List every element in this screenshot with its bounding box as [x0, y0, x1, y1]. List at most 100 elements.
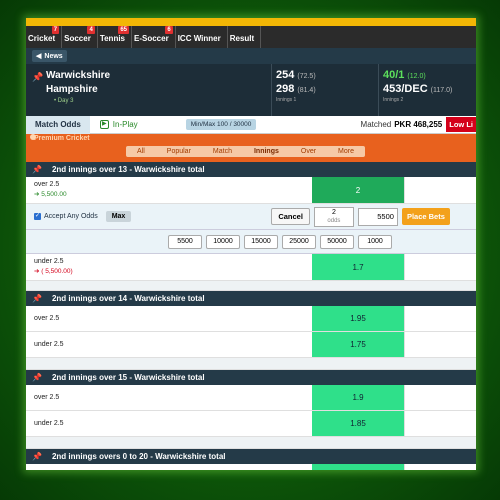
market-row-over	[26, 464, 476, 470]
accept-any-odds[interactable]: ✓ Accept Any Odds	[34, 213, 98, 220]
market-row-over: over 2.5 1.9	[26, 385, 476, 411]
innings-1-scores: 254 (72.5) 298 (81.4) Innings 1	[271, 64, 378, 116]
pin-icon[interactable]: 📌	[32, 452, 42, 461]
odds-cell[interactable]: 1.85	[312, 411, 404, 436]
filter-tab-more[interactable]: More	[327, 146, 365, 157]
market-title: 2nd innings over 15 - Warwickshire total	[51, 373, 205, 382]
count-badge: 6	[165, 26, 173, 34]
premium-cricket-label: Premium Cricket	[34, 135, 90, 142]
market-title: 2nd innings over 13 - Warwickshire total	[51, 165, 205, 174]
odds-cell[interactable]	[312, 464, 404, 470]
filter-tab-popular[interactable]: Popular	[156, 146, 202, 157]
odds-cell-empty	[404, 254, 476, 280]
team-name-1: Warwickshire	[46, 70, 111, 81]
market-row-under: under 2.5 1.75	[26, 332, 476, 358]
market-row-over: over 2.5 ➔ 5,500.00 2	[26, 177, 476, 204]
market-spacer	[26, 281, 476, 291]
market-title: 2nd innings overs 0 to 20 - Warwickshire…	[51, 452, 226, 461]
odds-cell[interactable]: 1.95	[312, 306, 404, 331]
place-bets-button[interactable]: Place Bets	[401, 208, 450, 225]
count-badge: 4	[87, 26, 95, 34]
market-spacer	[26, 437, 476, 449]
tab-cricket[interactable]: Cricket 7	[26, 26, 63, 48]
pin-icon[interactable]: 📌	[32, 294, 42, 303]
team-name-2: Hampshire	[46, 84, 98, 95]
runner-label: over 2.5	[34, 315, 60, 322]
filter-tab-all[interactable]: All	[126, 146, 156, 157]
runner-label: under 2.5	[34, 341, 64, 348]
top-accent-bar	[26, 18, 476, 26]
pin-icon[interactable]: 📌	[32, 72, 43, 83]
market-row-under: under 2.5 ➔ ( 5,500.00) 1.7	[26, 254, 476, 281]
count-badge: 65	[118, 26, 129, 34]
stake-button[interactable]: 10000	[206, 234, 240, 249]
app-frame: Cricket 7 Soccer 4 Tennis 65 E-Soccer 6 …	[26, 18, 476, 470]
fancy-filter-bar: Premium Cricket All Popular Match Inning…	[26, 134, 476, 162]
runner-label: under 2.5 ➔ ( 5,500.00)	[26, 254, 312, 280]
tab-soccer[interactable]: Soccer 4	[62, 26, 98, 48]
market-header: 📌 2nd innings over 15 - Warwickshire tot…	[26, 370, 476, 385]
tab-result[interactable]: Result	[228, 26, 262, 48]
market-header: 📌 2nd innings over 13 - Warwickshire tot…	[26, 162, 476, 177]
score-team-2: 298 (81.4)	[276, 83, 316, 95]
matched-amount: Matched PKR 468,255	[360, 120, 443, 129]
stake-button[interactable]: 5500	[168, 234, 202, 249]
market-row-under: under 2.5 1.85	[26, 411, 476, 437]
filter-tab-over[interactable]: Over	[290, 146, 327, 157]
odds-cell[interactable]: 1.75	[312, 332, 404, 357]
filter-tab-innings[interactable]: Innings	[243, 146, 290, 157]
inplay-icon: ▶	[99, 120, 109, 129]
sport-label: Cricket	[28, 34, 56, 43]
news-label: News	[44, 52, 63, 60]
news-button[interactable]: ◀ News	[32, 50, 67, 62]
sports-nav: Cricket 7 Soccer 4 Tennis 65 E-Soccer 6 …	[26, 26, 476, 48]
profit-loss: ➔ 5,500.00	[34, 191, 67, 198]
sport-label: Soccer	[64, 34, 91, 43]
market-spacer	[26, 358, 476, 370]
odds-input[interactable]: 2 odds	[313, 206, 354, 227]
sport-label: Result	[229, 34, 255, 43]
tab-tennis[interactable]: Tennis 65	[98, 26, 132, 48]
runner-label: over 2.5 ➔ 5,500.00	[26, 177, 312, 203]
innings-label: Innings 2	[383, 97, 404, 103]
score-team-1: 254 (72.5)	[276, 69, 316, 81]
filter-tab-match[interactable]: Match	[202, 146, 243, 157]
quick-stakes: 5500 10000 15000 25000 50000 1000	[26, 230, 476, 254]
stake-input[interactable]: 5500	[357, 207, 398, 226]
cancel-button[interactable]: Cancel	[271, 208, 310, 225]
profit-loss: ➔ ( 5,500.00)	[34, 268, 73, 275]
market-header: 📌 2nd innings over 14 - Warwickshire tot…	[26, 291, 476, 306]
runner-label: over 2.5	[34, 394, 60, 401]
runner-label: under 2.5	[34, 420, 64, 427]
score-team-1-inn2: 40/1 (12.0)	[383, 69, 426, 81]
pin-icon[interactable]: 📌	[32, 373, 42, 382]
odds-cell-empty	[404, 464, 476, 470]
odds-cell-empty	[404, 385, 476, 410]
score-team-2-inn2: 453/DEC (117.0)	[383, 83, 453, 95]
odds-cell-empty	[404, 332, 476, 357]
tab-esoccer[interactable]: E-Soccer 6	[132, 26, 176, 48]
runner-label	[26, 464, 312, 470]
odds-cell-empty	[404, 306, 476, 331]
odds-cell[interactable]: 1.7	[312, 254, 404, 280]
inplay-label: In-Play	[112, 120, 138, 129]
scoreboard: 📌 Warwickshire Hampshire • Day 3 254 (72.…	[26, 64, 476, 116]
stake-button[interactable]: 15000	[244, 234, 278, 249]
odds-cell[interactable]: 2	[312, 177, 404, 203]
market-header: 📌 2nd innings overs 0 to 20 - Warwickshi…	[26, 449, 476, 464]
stake-button[interactable]: 25000	[282, 234, 316, 249]
low-liquidity-badge: Low Li	[446, 117, 476, 132]
max-button[interactable]: Max	[105, 211, 132, 222]
tab-icc-winner[interactable]: ICC Winner	[176, 26, 228, 48]
checkbox-icon[interactable]: ✓	[34, 213, 41, 220]
bet-slip: ✓ Accept Any Odds Max Cancel 2 odds 5500…	[26, 204, 476, 230]
match-odds-tab[interactable]: Match Odds	[26, 115, 90, 134]
count-badge: 7	[51, 26, 60, 34]
filter-tabs: All Popular Match Innings Over More	[126, 146, 365, 157]
pin-icon[interactable]: 📌	[32, 165, 42, 174]
stake-button[interactable]: 1000	[358, 234, 392, 249]
odds-cell-empty	[404, 177, 476, 203]
stake-button[interactable]: 50000	[320, 234, 354, 249]
news-bar: ◀ News	[26, 48, 476, 64]
odds-cell[interactable]: 1.9	[312, 385, 404, 410]
